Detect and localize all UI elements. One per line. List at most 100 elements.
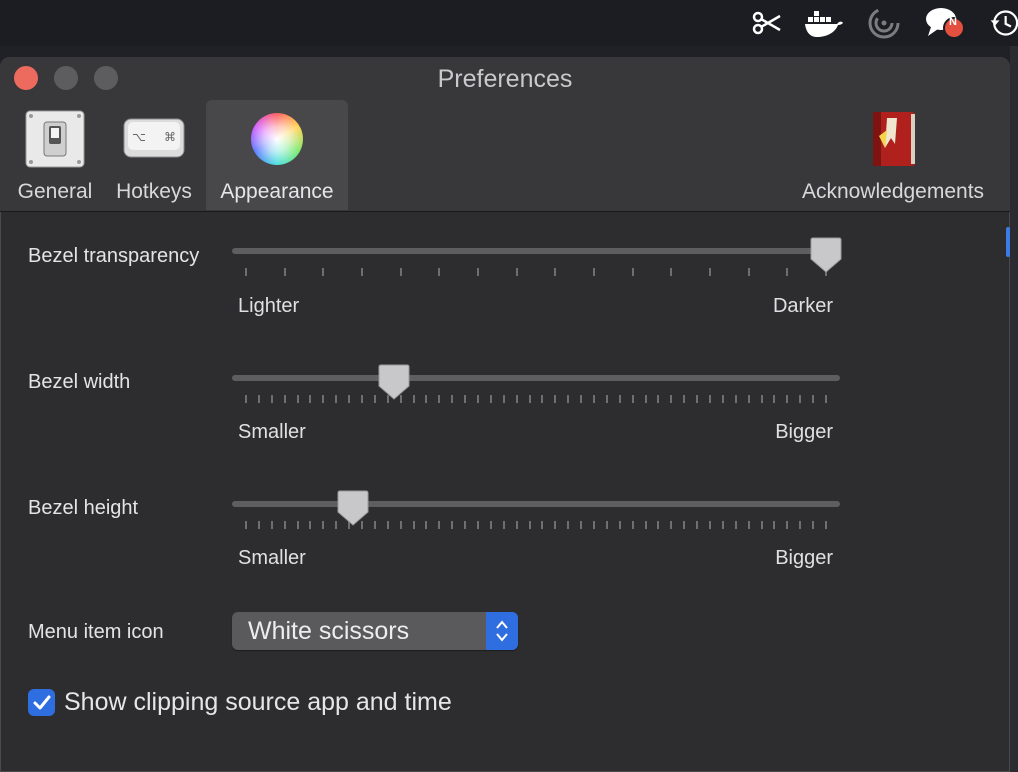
slider-tick: [373, 521, 376, 529]
slider-tick: [734, 395, 737, 403]
slider-tick: [670, 395, 673, 403]
tab-label: Hotkeys: [116, 180, 192, 203]
slider-tick: [760, 521, 763, 529]
slider-tick: [425, 395, 428, 403]
menu-bar: N: [0, 0, 1018, 46]
slider-tick: [618, 521, 621, 529]
desktop-background: [1010, 46, 1018, 772]
slider-thumb[interactable]: [337, 490, 369, 526]
scissors-icon[interactable]: [748, 4, 786, 42]
show-source-label[interactable]: Show clipping source app and time: [64, 688, 452, 717]
smaller-label: Smaller: [238, 421, 306, 443]
tab-acknowledgements[interactable]: Acknowledgements: [788, 100, 998, 210]
slider-tick: [747, 395, 750, 403]
slider-tick: [245, 521, 247, 529]
chat-bubble-icon[interactable]: N: [922, 4, 968, 42]
notification-badge: N: [949, 16, 957, 28]
slider-ticks: [232, 268, 840, 278]
slider-tick: [567, 521, 570, 529]
bezel-width-label: Bezel width: [28, 371, 131, 393]
svg-text:⌥: ⌥: [132, 130, 146, 144]
slider-tick: [257, 521, 260, 529]
slider-tick: [283, 268, 286, 276]
slider-tick: [515, 395, 518, 403]
slider-tick: [515, 521, 518, 529]
slider-track: [232, 375, 840, 381]
slider-tick: [696, 521, 699, 529]
slider-tick: [373, 395, 376, 403]
slider-tick: [709, 521, 711, 529]
slider-tick: [799, 521, 802, 529]
slider-tick: [270, 395, 273, 403]
bezel-transparency-label: Bezel transparency: [28, 245, 200, 267]
slider-tick: [489, 395, 492, 403]
slider-tick: [721, 395, 724, 403]
slider-tick: [438, 268, 441, 276]
menu-item-icon-select[interactable]: White scissors: [232, 612, 518, 650]
tab-hotkeys[interactable]: ⌥ ⌘ Hotkeys: [106, 100, 202, 210]
slider-tick: [322, 521, 325, 529]
time-machine-icon[interactable]: [988, 4, 1018, 42]
slider-tick: [644, 395, 647, 403]
show-source-checkbox[interactable]: [28, 689, 55, 716]
color-wheel-icon: [245, 108, 309, 170]
slider-tick: [451, 521, 454, 529]
slider-tick: [245, 395, 247, 403]
slider-tick: [605, 521, 608, 529]
slider-tick: [245, 268, 247, 276]
slider-tick: [451, 395, 454, 403]
red-book-icon: [861, 108, 925, 170]
slider-tick: [348, 395, 351, 403]
slider-tick: [825, 521, 827, 529]
slider-tick: [502, 395, 505, 403]
slider-tick: [464, 521, 467, 529]
slider-tick: [644, 521, 647, 529]
slider-tick: [670, 268, 673, 276]
window-title: Preferences: [437, 65, 573, 93]
slider-tick: [709, 268, 711, 276]
slider-tick: [322, 268, 325, 276]
slider-tick: [412, 521, 415, 529]
smaller-label: Smaller: [238, 547, 306, 569]
slider-tick: [683, 521, 686, 529]
slider-ticks: [232, 395, 840, 405]
spiral-icon[interactable]: [864, 4, 904, 42]
slider-tick: [709, 395, 711, 403]
slider-tick: [631, 268, 634, 276]
select-value: White scissors: [248, 617, 410, 645]
light-switch-icon: [23, 108, 87, 170]
menu-item-icon-label: Menu item icon: [28, 621, 164, 643]
slider-tick: [399, 521, 402, 529]
keyboard-key-icon: ⌥ ⌘: [122, 108, 186, 170]
slider-tick: [605, 395, 608, 403]
slider-thumb[interactable]: [810, 237, 842, 273]
tab-appearance[interactable]: Appearance: [206, 100, 348, 210]
slider-tick: [773, 395, 776, 403]
tab-label: Appearance: [220, 180, 334, 203]
tab-general[interactable]: General: [8, 100, 102, 210]
slider-tick: [425, 521, 428, 529]
slider-tick: [554, 268, 557, 276]
slider-tick: [580, 521, 583, 529]
slider-thumb[interactable]: [378, 364, 410, 400]
slider-tick: [528, 521, 531, 529]
slider-tick: [502, 521, 505, 529]
slider-tick: [786, 268, 789, 276]
chevron-up-down-icon[interactable]: [486, 612, 518, 650]
lighter-label: Lighter: [238, 295, 300, 317]
slider-tick: [773, 521, 776, 529]
docker-icon[interactable]: [802, 4, 846, 42]
slider-tick: [580, 395, 583, 403]
preferences-window: Preferences General ⌥ ⌘ Hotkeys Appearan…: [0, 57, 1010, 772]
slider-tick: [541, 395, 544, 403]
checkmark-icon: [33, 695, 50, 709]
slider-track: [232, 501, 840, 507]
bezel-height-label: Bezel height: [28, 497, 139, 519]
slider-tick: [309, 521, 312, 529]
slider-tick: [477, 521, 479, 529]
slider-tick: [464, 395, 467, 403]
svg-text:⌘: ⌘: [164, 130, 176, 144]
slider-tick: [554, 521, 557, 529]
slider-tick: [283, 395, 286, 403]
slider-tick: [786, 395, 789, 403]
